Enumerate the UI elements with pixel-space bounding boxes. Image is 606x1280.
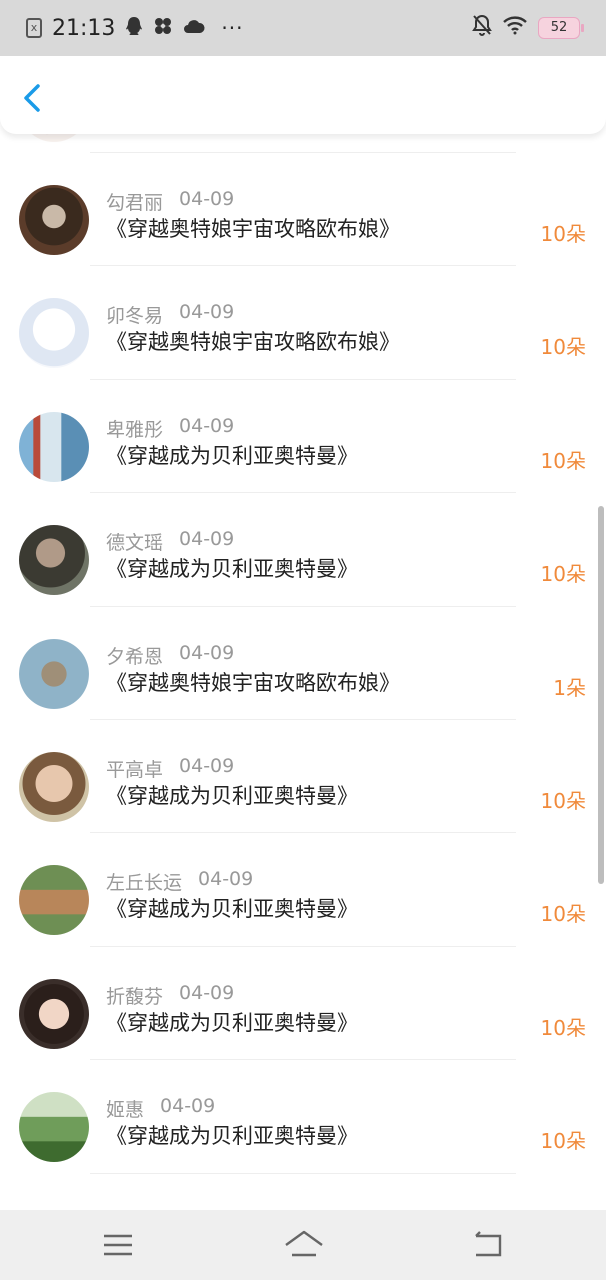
- list-item[interactable]: 夕希恩 04-09 《穿越奥特娘宇宙攻略欧布娘》 1朵: [0, 607, 606, 720]
- item-date: 04-09: [179, 641, 235, 664]
- item-meta: 卑雅彤 04-09: [106, 415, 234, 442]
- avatar[interactable]: [19, 411, 89, 482]
- system-back-button[interactable]: [468, 1228, 508, 1262]
- book-title: 《穿越成为贝利亚奥特曼》: [106, 443, 358, 468]
- more-notifications-icon: ···: [221, 16, 244, 40]
- gift-amount: 10朵: [540, 902, 586, 927]
- qq-icon: [125, 16, 143, 41]
- book-title: 《穿越成为贝利亚奥特曼》: [106, 1124, 358, 1149]
- book-title: 《穿越奥特娘宇宙攻略欧布娘》: [106, 217, 400, 241]
- item-date: 04-09: [160, 1095, 216, 1118]
- user-name: 德文瑶: [106, 532, 164, 555]
- list-item[interactable]: 折馥芬 04-09 《穿越成为贝利亚奥特曼》 10朵: [0, 947, 606, 1061]
- book-title: 《穿越成为贝利亚奥特曼》: [106, 783, 358, 808]
- item-date: 04-09: [179, 754, 235, 777]
- status-bar: x 21:13 ··· 52: [0, 0, 606, 56]
- back-button[interactable]: [18, 78, 52, 118]
- list-item[interactable]: 姬惠 04-09 《穿越成为贝利亚奥特曼》 10朵: [0, 1060, 606, 1174]
- gift-amount: 10朵: [540, 335, 586, 360]
- item-meta: 勾君丽 04-09: [106, 188, 234, 215]
- home-icon: [285, 1230, 323, 1257]
- list-item[interactable]: 平高卓 04-09 《穿越成为贝利亚奥特曼》 10朵: [0, 720, 606, 834]
- gift-amount: 10朵: [540, 448, 586, 473]
- user-name: 姬惠: [106, 1099, 145, 1122]
- item-meta: 夕希恩 04-09: [106, 642, 234, 669]
- back-icon: [475, 1231, 502, 1257]
- avatar[interactable]: [19, 751, 89, 822]
- user-name: 平高卓: [106, 758, 164, 781]
- item-meta: 左丘长运 04-09: [106, 868, 253, 895]
- gift-amount: 10朵: [540, 562, 586, 587]
- item-meta: 平高卓 04-09: [106, 755, 234, 782]
- user-name: 勾君丽: [106, 192, 164, 214]
- cloud-icon: [183, 17, 205, 40]
- list-item[interactable]: 左丘长运 04-09 《穿越成为贝利亚奥特曼》 10朵: [0, 833, 606, 947]
- wifi-icon: [502, 15, 528, 41]
- pinwheel-icon: [153, 16, 173, 41]
- row-divider: [90, 1172, 516, 1174]
- item-date: 04-09: [179, 301, 235, 324]
- top-header: [0, 56, 606, 134]
- gift-amount: 1朵: [553, 675, 586, 700]
- chevron-left-icon: [24, 84, 40, 112]
- list-item[interactable]: 勾君丽 04-09 《穿越奥特娘宇宙攻略欧布娘》 10朵: [0, 153, 606, 267]
- avatar[interactable]: [19, 638, 89, 709]
- scrollbar[interactable]: [598, 506, 604, 884]
- list-item[interactable]: 卑雅彤 04-09 《穿越成为贝利亚奥特曼》 10朵: [0, 380, 606, 494]
- gift-list-viewport[interactable]: 谨尧尔 04-10 《穿越成为贝利亚奥特曼》 10朵 勾君丽 04-09 《穿越…: [0, 0, 606, 1210]
- gift-amount: 10朵: [540, 222, 586, 246]
- avatar[interactable]: [19, 298, 89, 369]
- avatar[interactable]: [19, 525, 89, 596]
- avatar[interactable]: [19, 185, 89, 255]
- user-name: 夕希恩: [106, 645, 164, 668]
- gift-amount: 10朵: [540, 1129, 586, 1154]
- item-date: 04-09: [179, 188, 235, 210]
- user-name: 折馥芬: [106, 985, 164, 1008]
- gift-amount: 10朵: [540, 1015, 586, 1040]
- home-button[interactable]: [282, 1228, 326, 1262]
- item-date: 04-09: [179, 981, 235, 1004]
- system-nav-bar: [0, 1210, 606, 1280]
- avatar[interactable]: [19, 865, 89, 936]
- status-time: 21:13: [52, 15, 116, 41]
- user-name: 卑雅彤: [106, 418, 164, 441]
- battery-icon: 52: [538, 17, 584, 39]
- book-title: 《穿越成为贝利亚奥特曼》: [106, 897, 358, 922]
- user-name: 卯冬易: [106, 305, 164, 328]
- menu-icon: [104, 1234, 132, 1256]
- book-title: 《穿越成为贝利亚奥特曼》: [106, 557, 358, 582]
- item-meta: 卯冬易 04-09: [106, 301, 234, 328]
- sim-icon: x: [26, 18, 42, 38]
- item-meta: 姬惠 04-09: [106, 1095, 215, 1122]
- gift-list: 谨尧尔 04-10 《穿越成为贝利亚奥特曼》 10朵 勾君丽 04-09 《穿越…: [0, 40, 606, 1174]
- menu-button[interactable]: [98, 1228, 138, 1262]
- item-date: 04-09: [198, 868, 254, 891]
- book-title: 《穿越奥特娘宇宙攻略欧布娘》: [106, 330, 400, 355]
- list-item[interactable]: 卯冬易 04-09 《穿越奥特娘宇宙攻略欧布娘》 10朵: [0, 266, 606, 380]
- item-meta: 折馥芬 04-09: [106, 982, 234, 1009]
- user-name: 左丘长运: [106, 872, 183, 895]
- avatar[interactable]: [19, 1092, 89, 1163]
- book-title: 《穿越奥特娘宇宙攻略欧布娘》: [106, 670, 400, 695]
- item-date: 04-09: [179, 528, 235, 551]
- book-title: 《穿越成为贝利亚奥特曼》: [106, 1010, 358, 1035]
- avatar[interactable]: [19, 978, 89, 1049]
- item-meta: 德文瑶 04-09: [106, 528, 234, 555]
- bell-off-icon: [472, 14, 492, 42]
- gift-amount: 10朵: [540, 788, 586, 813]
- list-item[interactable]: 德文瑶 04-09 《穿越成为贝利亚奥特曼》 10朵: [0, 493, 606, 607]
- item-date: 04-09: [179, 414, 235, 437]
